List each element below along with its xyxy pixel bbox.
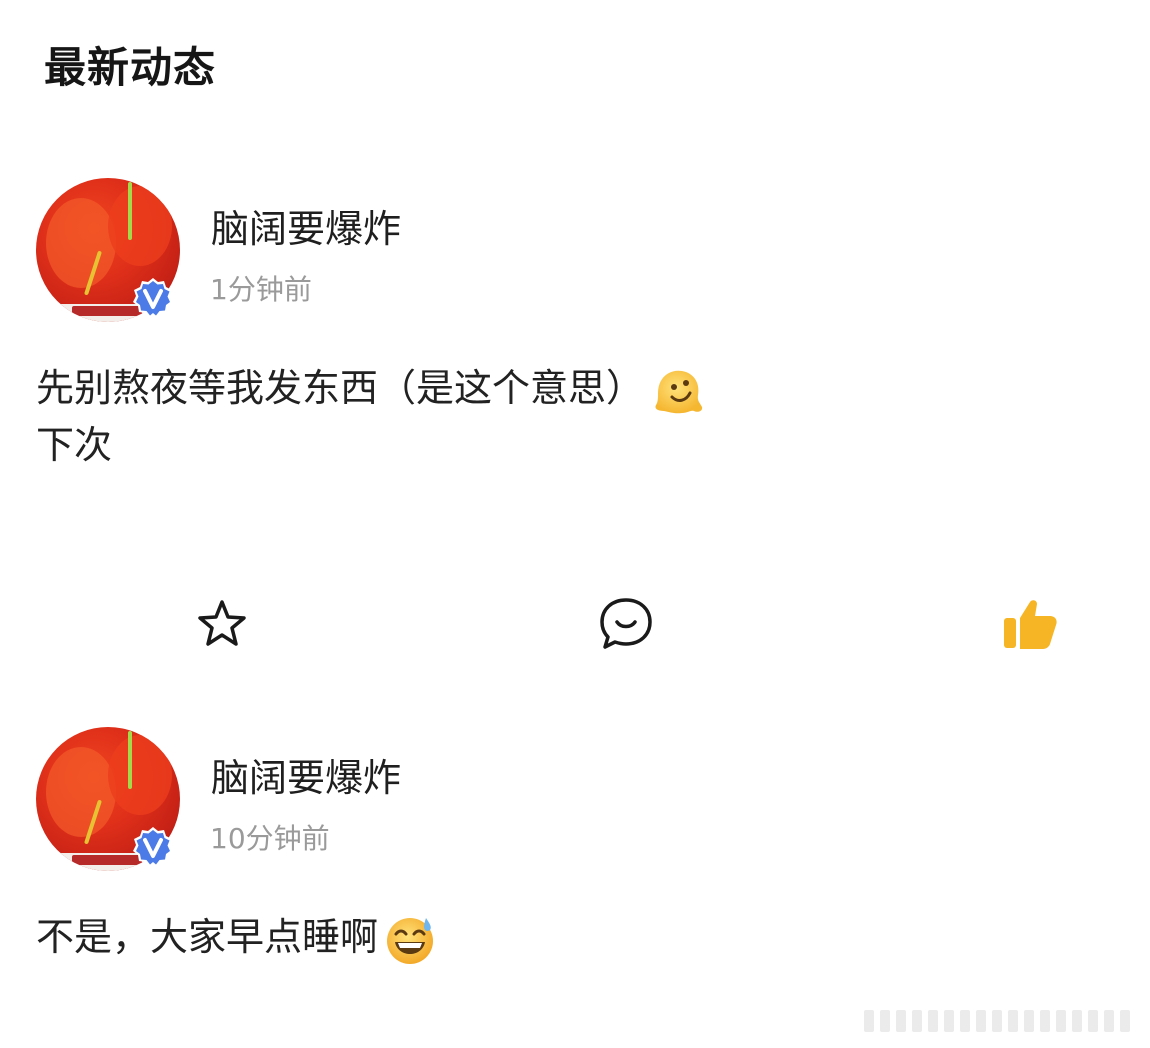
section-title-text: 最新动态 <box>44 43 217 92</box>
post-text-line: 下次 <box>36 422 113 467</box>
user-name[interactable]: 脑阔要爆炸 <box>211 751 401 805</box>
comment-button[interactable] <box>594 592 658 656</box>
bottom-placeholder <box>864 1008 1144 1034</box>
comment-bubble-icon <box>600 598 652 649</box>
verified-badge-icon <box>133 278 173 318</box>
star-outline-icon <box>198 600 246 646</box>
post-text-line: 先别熬夜等我发东西（是这个意思） <box>36 366 645 410</box>
post-content: 不是，大家早点睡啊 <box>36 911 436 966</box>
thumbs-up-icon <box>1004 600 1057 649</box>
melting-face-emoji <box>655 370 703 413</box>
verified-badge-icon <box>133 827 173 867</box>
post-time: 10分钟前 <box>210 822 330 855</box>
grinning-sweat-emoji <box>387 917 434 964</box>
post-text-line: 不是，大家早点睡啊 <box>36 915 379 959</box>
section-title: 最新动态 <box>44 40 216 96</box>
post-action-bar <box>0 592 1150 656</box>
post-time: 1分钟前 <box>210 273 312 306</box>
favorite-button[interactable] <box>190 592 254 656</box>
like-button[interactable] <box>998 592 1062 656</box>
user-name[interactable]: 脑阔要爆炸 <box>211 202 401 256</box>
post-content: 先别熬夜等我发东西（是这个意思） 下次 <box>36 362 706 471</box>
feed-page: 最新动态 脑阔要爆炸 1分钟前 先别熬夜等我发东西（是这个意思） 下次 脑阔要爆… <box>0 0 1150 1048</box>
